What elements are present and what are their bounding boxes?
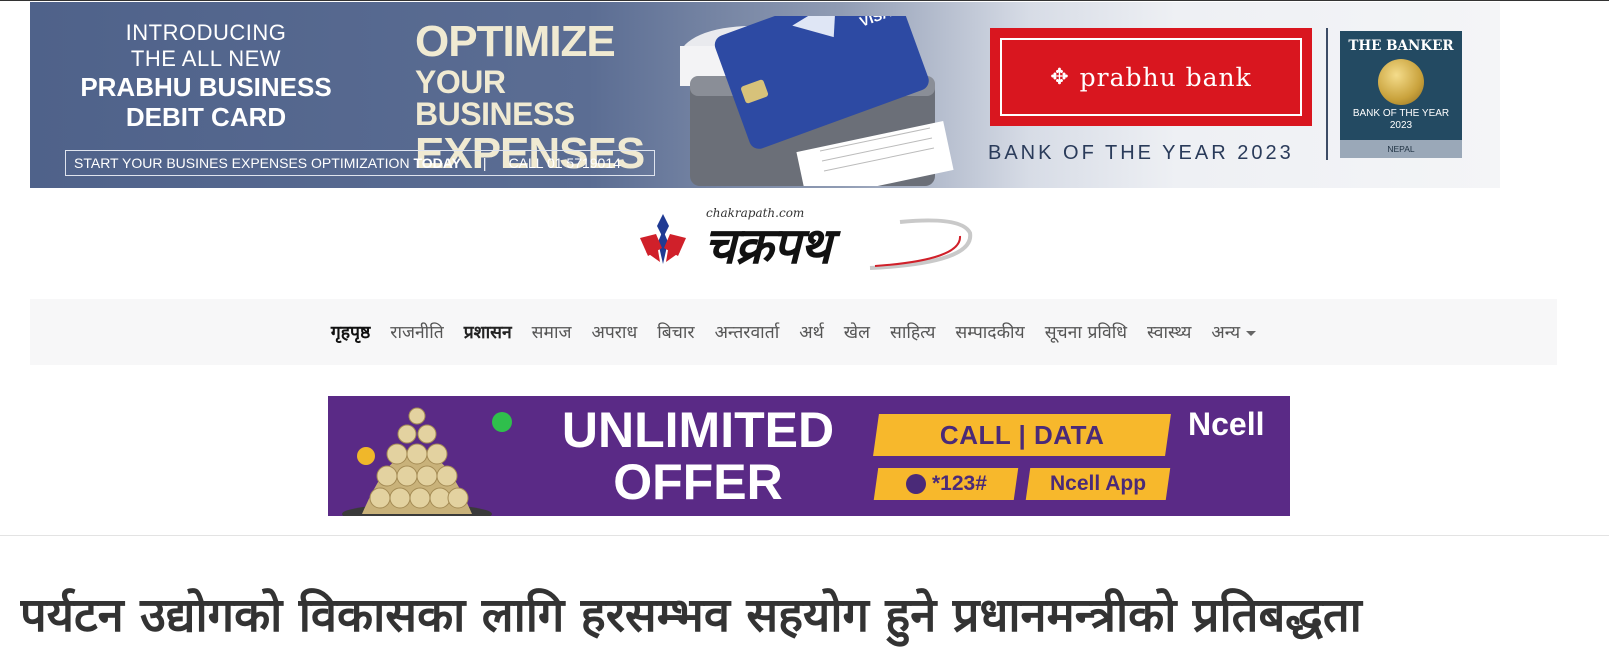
nav-item-label: राजनीति	[390, 323, 444, 343]
ad-intro-line2: THE ALL NEW	[130, 46, 282, 71]
ad-cta-phone: CALL 01 5719014	[508, 155, 621, 171]
award-text: BANK OF THE YEAR 2023	[988, 142, 1294, 164]
logo-emblem-icon	[640, 214, 686, 264]
banker-country: NEPAL	[1340, 140, 1462, 158]
ad-divider	[1326, 28, 1328, 160]
nav-item[interactable]: समाज	[522, 320, 582, 344]
nav-item[interactable]: सूचना प्रविधि	[1035, 320, 1137, 344]
award-medal-icon	[1378, 59, 1424, 105]
momo-illustration	[342, 407, 512, 516]
nav-item-label: स्वास्थ्य	[1146, 323, 1192, 343]
nav-item[interactable]: अन्तरवार्ता	[705, 320, 790, 344]
nav-item[interactable]: बिचार	[647, 320, 704, 344]
ad-cta-strip: START YOUR BUSINES EXPENSES OPTIMIZATION…	[65, 150, 655, 176]
nav-item-label: सूचना प्रविधि	[1044, 323, 1127, 343]
nav-item[interactable]: खेल	[834, 320, 880, 344]
caret-down-icon	[1246, 330, 1257, 336]
ad-headline-line1: OPTIMIZE	[415, 17, 616, 66]
ad-cta-separator: |	[482, 155, 487, 171]
call-data-pill: CALL | DATA	[873, 414, 1171, 456]
phone-icon	[905, 474, 926, 495]
call-data-text: CALL | DATA	[939, 419, 1105, 450]
nav-list: गृहपृष्ठ राजनीति प्रशासन समाज अपराध बिचार अन्त…	[30, 299, 1557, 365]
ncell-app-pill: Ncell App	[1025, 468, 1171, 500]
prabhu-bank-ad-banner[interactable]: INTRODUCING THE ALL NEW PRABHU BUSINESS …	[30, 2, 1500, 188]
nav-item-label: खेल	[843, 323, 870, 343]
ad-intro-line1: INTRODUCING	[125, 20, 287, 45]
offer-title-line1: UNLIMITED	[561, 402, 835, 458]
nav-item-label: गृहपृष्ठ	[330, 323, 371, 343]
ncell-app-text: Ncell App	[1049, 472, 1147, 495]
nav-item-label: प्रशासन	[463, 323, 512, 343]
ad-cta-text: START YOUR BUSINES EXPENSES OPTIMIZATION	[74, 155, 410, 171]
nav-item[interactable]: अन्य	[1201, 320, 1266, 344]
ad-intro-text: INTRODUCING THE ALL NEW PRABHU BUSINESS …	[66, 20, 346, 132]
ncell-brand-logo: Ncell	[1188, 406, 1265, 442]
nav-item[interactable]: साहित्य	[880, 320, 945, 344]
ad-cta-bold: TODAY	[413, 155, 461, 171]
logo-wordmark: चक्रपथ	[704, 216, 831, 275]
banker-sub1: BANK OF THE YEAR	[1352, 108, 1450, 119]
nav-item-label: साहित्य	[889, 323, 936, 343]
offer-title-line2: OFFER	[613, 454, 783, 510]
nav-item[interactable]: राजनीति	[380, 320, 453, 344]
nav-item-label: अपराध	[591, 323, 638, 343]
ad-intro-line3: PRABHU BUSINESS	[80, 72, 332, 102]
prabhu-flower-icon: ✥	[1050, 64, 1070, 90]
ad-headline-line2: YOUR BUSINESS	[415, 64, 575, 132]
nav-item[interactable]: प्रशासन	[454, 320, 522, 344]
offer-title: UNLIMITED OFFER	[533, 404, 863, 508]
ussd-code: *123#	[931, 472, 987, 495]
banker-sub2: 2023	[1389, 120, 1413, 131]
nav-item-label: बिचार	[657, 323, 695, 343]
ussd-code-pill: *123#	[873, 468, 1019, 500]
nav-item[interactable]: गृहपृष्ठ	[321, 320, 380, 344]
nav-item[interactable]: स्वास्थ्य	[1137, 320, 1201, 344]
main-navigation: गृहपृष्ठ राजनीति प्रशासन समाज अपराध बिचार अन्त…	[30, 299, 1557, 365]
site-logo[interactable]: chakrapath.com चक्रपथ	[638, 206, 978, 282]
prabhu-bank-logo: ✥ prabhu bank	[990, 28, 1312, 126]
nav-item-label: समाज	[531, 323, 572, 343]
article-headline: पर्यटन उद्योगको विकासका लागि हरसम्भव सहय…	[20, 588, 1362, 643]
nav-item-label: सम्पादकीय	[955, 323, 1025, 343]
top-border	[0, 0, 1609, 1]
nav-item-label: अर्थ	[799, 323, 824, 343]
banker-award-badge: THE BANKER BANK OF THE YEAR 2023 NEPAL	[1340, 31, 1462, 158]
nav-item-label: अन्य	[1211, 323, 1241, 343]
nav-item-label: अन्तरवार्ता	[714, 323, 780, 343]
section-divider	[0, 535, 1609, 536]
bank-name: prabhu bank	[1079, 62, 1252, 92]
ad-intro-line4: DEBIT CARD	[125, 102, 287, 132]
ncell-ad-banner[interactable]: UNLIMITED OFFER CALL | DATA *123# Ncell …	[328, 396, 1290, 516]
nav-item[interactable]: अपराध	[581, 320, 647, 344]
nav-item[interactable]: अर्थ	[789, 320, 834, 344]
card-machine-illustration: VISA	[680, 16, 954, 186]
nav-item[interactable]: सम्पादकीय	[945, 320, 1034, 344]
banker-title: THE BANKER	[1348, 38, 1454, 54]
